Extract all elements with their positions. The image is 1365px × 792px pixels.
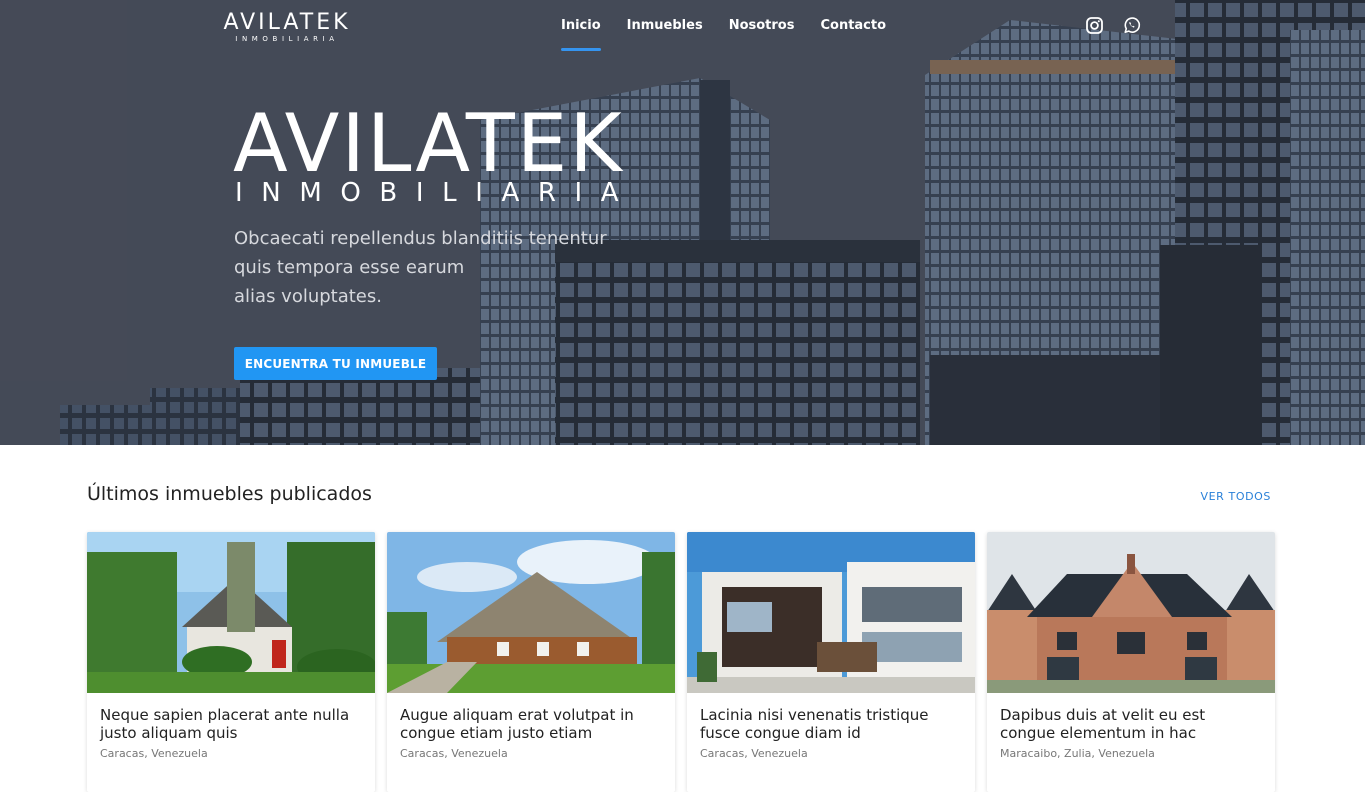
property-photo[interactable] <box>87 532 375 693</box>
property-title[interactable]: Dapibus duis at velit eu est congue elem… <box>987 706 1275 742</box>
hero-description-line: quis tempora esse earum <box>234 257 465 278</box>
listings-title: Últimos inmuebles publicados <box>87 483 372 505</box>
listings-header: Últimos inmuebles publicados VER TODOS <box>87 483 1278 513</box>
nav-item-inmuebles[interactable]: Inmuebles <box>627 17 703 35</box>
logo-name: AVILATEK <box>223 10 351 35</box>
listings-grid: Neque sapien placerat ante nulla justo a… <box>87 532 1275 792</box>
nav-item-nosotros[interactable]: Nosotros <box>729 17 795 35</box>
hero-description-line: alias voluptates. <box>234 286 382 307</box>
property-title[interactable]: Augue aliquam erat volutpat in congue et… <box>387 706 675 742</box>
property-title[interactable]: Neque sapien placerat ante nulla justo a… <box>87 706 375 742</box>
property-location: Caracas, Venezuela <box>700 747 808 760</box>
hero-description: Obcaecati repellendus blanditiis tenentu… <box>234 224 654 311</box>
hero-overlay <box>0 0 1365 445</box>
property-photo[interactable] <box>387 532 675 693</box>
property-photo[interactable] <box>687 532 975 693</box>
whatsapp-icon[interactable] <box>1122 16 1141 35</box>
hero-section: AVILATEK INMOBILIARIA Inicio Inmuebles N… <box>0 0 1365 445</box>
property-location: Caracas, Venezuela <box>400 747 508 760</box>
social-links <box>1085 16 1141 35</box>
logo-tagline: INMOBILIARIA <box>235 35 339 43</box>
property-photo[interactable] <box>987 532 1275 693</box>
property-card[interactable]: Neque sapien placerat ante nulla justo a… <box>87 532 375 792</box>
property-card[interactable]: Augue aliquam erat volutpat in congue et… <box>387 532 675 792</box>
main-menu: Inicio Inmuebles Nosotros Contacto <box>561 17 912 51</box>
property-card[interactable]: Lacinia nisi venenatis tristique fusce c… <box>687 532 975 792</box>
instagram-icon[interactable] <box>1085 16 1104 35</box>
property-card[interactable]: Dapibus duis at velit eu est congue elem… <box>987 532 1275 792</box>
brand-logo[interactable]: AVILATEK INMOBILIARIA <box>221 10 353 44</box>
nav-item-inicio[interactable]: Inicio <box>561 17 601 51</box>
top-navbar: AVILATEK INMOBILIARIA Inicio Inmuebles N… <box>0 0 1365 52</box>
property-location: Maracaibo, Zulia, Venezuela <box>1000 747 1155 760</box>
property-title[interactable]: Lacinia nisi venenatis tristique fusce c… <box>687 706 975 742</box>
hero-title: AVILATEK <box>233 97 624 190</box>
see-all-link[interactable]: VER TODOS <box>1200 490 1271 503</box>
hero-subtitle: INMOBILIARIA <box>235 178 638 208</box>
find-property-button[interactable]: ENCUENTRA TU INMUEBLE <box>234 347 437 380</box>
property-location: Caracas, Venezuela <box>100 747 208 760</box>
hero-description-line: Obcaecati repellendus blanditiis tenentu… <box>234 228 607 249</box>
nav-item-contacto[interactable]: Contacto <box>820 17 886 35</box>
